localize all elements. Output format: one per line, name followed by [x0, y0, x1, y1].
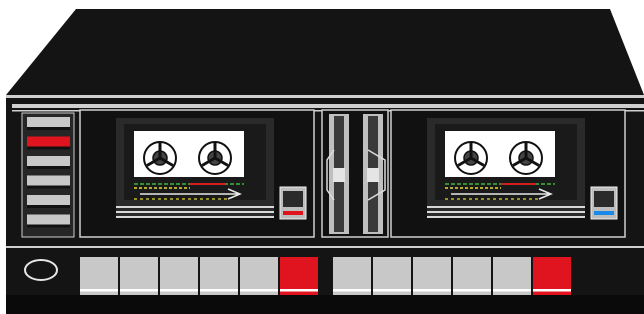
- slider-knob-1[interactable]: [333, 168, 345, 182]
- deck-b-stripe-2: [427, 211, 585, 213]
- top-edge-trim: [6, 95, 644, 98]
- transport-right-button-4-highlight: [453, 289, 491, 292]
- transport-right-button-6-highlight: [533, 289, 571, 292]
- panel-button-3-shadow: [27, 166, 70, 169]
- panel-button-5-shadow: [27, 205, 70, 208]
- transport-left-button-3-highlight: [160, 289, 198, 292]
- transport-left-button-6-highlight: [280, 289, 318, 292]
- deck-a-eject-window: [283, 191, 303, 207]
- deck-a-indicator-light: [283, 211, 303, 215]
- transport-right-button-5-highlight: [493, 289, 531, 292]
- transport-left-button-4-highlight: [200, 289, 238, 292]
- deck-b-stripe-3: [427, 216, 585, 218]
- transport-left-button-2-highlight: [120, 289, 158, 292]
- deck-b-eject-window: [594, 191, 614, 207]
- slider-knob-2[interactable]: [367, 168, 379, 182]
- transport-right-button-1-highlight: [333, 289, 371, 292]
- transport-right-button-2-highlight: [373, 289, 411, 292]
- deck-a-stripe-2: [116, 211, 274, 213]
- panel-button-4-shadow: [27, 185, 70, 189]
- center-sliders: [321, 109, 389, 238]
- left-control-panel: [21, 112, 75, 238]
- transport-right-button-3-highlight: [413, 289, 451, 292]
- deck-a-stripe-3: [116, 216, 274, 218]
- panel-button-1-shadow: [27, 127, 70, 130]
- transport-left-button-5-highlight: [240, 289, 278, 292]
- tape-deck-b: [390, 109, 626, 238]
- tape-deck-a: [79, 109, 315, 238]
- lower-trim-line: [6, 246, 644, 248]
- deck-base: [6, 295, 644, 314]
- transport-left-button-1-highlight: [80, 289, 118, 292]
- deck-a-stripe-1: [116, 206, 274, 208]
- panel-button-2-shadow: [27, 146, 70, 150]
- upper-trim-line: [12, 104, 644, 108]
- transport-buttons: [24, 257, 571, 295]
- deck-b-stripe-1: [427, 206, 585, 208]
- panel-button-6-shadow: [27, 224, 70, 228]
- deck-b-indicator-light: [594, 211, 614, 215]
- cassette-deck-illustration: [6, 9, 644, 314]
